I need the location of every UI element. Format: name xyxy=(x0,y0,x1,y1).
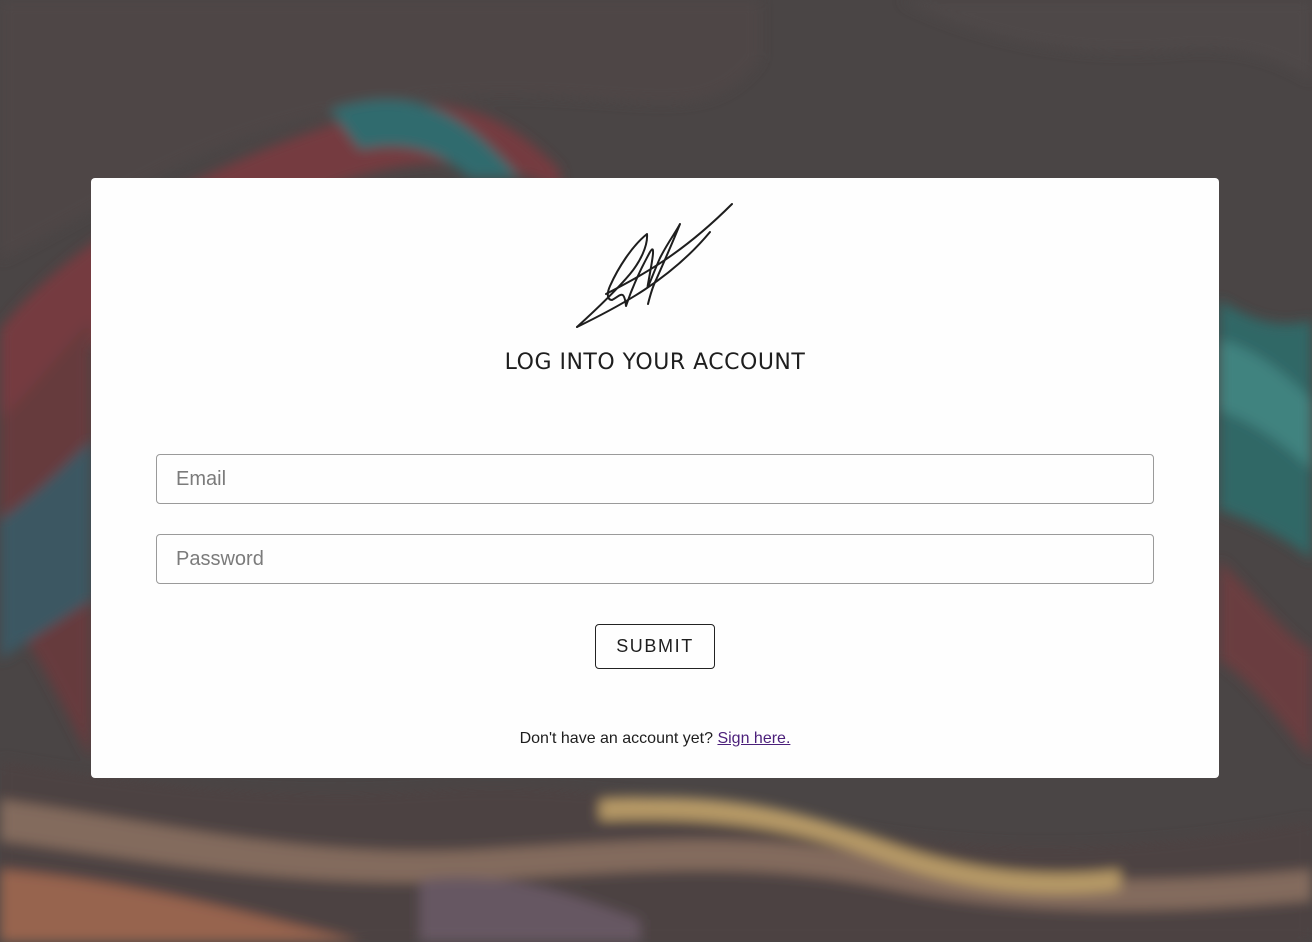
signup-prompt-text: Don't have an account yet? xyxy=(519,730,713,747)
page-title: LOG INTO YOUR ACCOUNT xyxy=(504,350,806,375)
submit-button[interactable]: SUBMIT xyxy=(595,624,715,669)
signature-logo-icon xyxy=(576,203,733,328)
sign-here-link[interactable]: Sign here. xyxy=(717,730,790,747)
password-field[interactable] xyxy=(156,534,1154,584)
signup-prompt: Don't have an account yet? Sign here. xyxy=(91,730,1219,748)
email-field[interactable] xyxy=(156,454,1154,504)
